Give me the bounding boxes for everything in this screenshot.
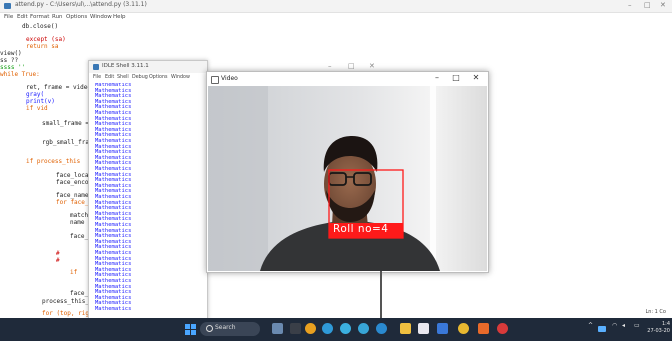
chevron-up-icon[interactable]: ^	[588, 322, 593, 329]
code-line: print(v)	[26, 98, 55, 105]
code-line: except (sa)	[26, 36, 66, 43]
shell-output[interactable]: Mathematics Mathematics Mathematics Mathema…	[93, 83, 203, 317]
minimize-icon[interactable]: –	[431, 73, 443, 82]
camera-frame: Roll no=4	[208, 86, 487, 271]
menu-window[interactable]: Window	[90, 14, 112, 20]
notepad-icon[interactable]	[418, 323, 429, 334]
code-line: if vid	[26, 105, 48, 112]
search-label: Search	[215, 324, 236, 331]
window-icon	[211, 76, 219, 84]
close-icon[interactable]: ✕	[470, 73, 482, 82]
editor-menu-bar: File Edit Format Run Options Window Help	[0, 13, 672, 22]
code-line: while True:	[0, 71, 40, 78]
minimize-icon[interactable]: –	[628, 1, 632, 9]
app-icon[interactable]	[497, 323, 508, 334]
maximize-icon[interactable]: □	[450, 73, 462, 82]
shell-output-line: Mathematics	[95, 306, 132, 312]
status-bar-position: Ln: 1 Co	[645, 309, 666, 315]
menu-edit[interactable]: Edit	[17, 14, 28, 20]
task-view-icon[interactable]	[290, 323, 301, 334]
menu-run[interactable]: Run	[52, 14, 63, 20]
code-line: if	[70, 269, 81, 276]
menu-edit[interactable]: Edit	[105, 75, 114, 80]
browser-icon[interactable]	[358, 323, 369, 334]
code-line: process_this_f	[42, 298, 93, 305]
code-line: #	[56, 257, 60, 264]
minimize-icon[interactable]: –	[328, 62, 332, 70]
code-line: ss ??	[0, 57, 19, 64]
window-split-line	[380, 271, 382, 318]
clock-date: 27-03-20	[647, 328, 670, 334]
clock-time: 1:4	[661, 321, 670, 327]
file-explorer-icon[interactable]	[400, 323, 411, 334]
code-line: for (top, righ	[42, 310, 93, 317]
cloud-icon[interactable]	[598, 326, 606, 332]
menu-window[interactable]: Window	[171, 75, 190, 80]
chrome-icon[interactable]	[305, 323, 316, 334]
wifi-icon[interactable]: ◠	[612, 322, 617, 329]
menu-file[interactable]: File	[93, 75, 101, 80]
menu-format[interactable]: Format	[30, 14, 49, 20]
windows-start-icon[interactable]	[185, 324, 196, 335]
camera-image	[208, 86, 487, 271]
code-line: ssss ''	[0, 64, 26, 71]
browser-icon[interactable]	[340, 323, 351, 334]
python-icon	[93, 64, 99, 70]
menu-shell[interactable]: Shell	[117, 75, 129, 80]
maximize-icon[interactable]: □	[644, 1, 651, 9]
roll-number-label: Roll no=4	[333, 223, 389, 235]
search-icon	[206, 325, 213, 332]
code-line: view()	[0, 50, 22, 57]
editor-title-bar[interactable]: attend.py - C:\Users\ul\...\attend.py (3…	[0, 0, 672, 13]
shell-menu-bar: File Edit Shell Debug Options Window	[89, 74, 207, 82]
menu-options[interactable]: Options	[66, 14, 87, 20]
maximize-icon[interactable]: □	[348, 62, 355, 70]
menu-file[interactable]: File	[4, 14, 13, 20]
speaker-icon[interactable]: ◂	[622, 322, 625, 329]
taskbar-search[interactable]: Search	[200, 322, 260, 336]
video-title-bar[interactable]: Video – □ ✕	[207, 72, 488, 86]
edge-icon[interactable]	[322, 323, 333, 334]
editor-title: attend.py - C:\Users\ul\...\attend.py (3…	[15, 1, 147, 8]
menu-debug[interactable]: Debug	[132, 75, 148, 80]
python-icon[interactable]	[458, 323, 469, 334]
word-icon[interactable]	[437, 323, 448, 334]
code-line: return sa	[26, 43, 59, 50]
code-line: #	[56, 250, 60, 257]
app-icon[interactable]	[478, 323, 489, 334]
browser-icon[interactable]	[376, 323, 387, 334]
menu-options[interactable]: Options	[149, 75, 168, 80]
video-title: Video	[221, 75, 238, 82]
close-icon[interactable]: ✕	[369, 62, 375, 70]
code-line: rgb_small_fram	[42, 139, 93, 146]
battery-icon[interactable]: ▭	[634, 322, 640, 329]
taskbar: Search ^ ◠ ◂ ▭ 1:4 27-03-20	[0, 318, 672, 341]
shell-title: IDLE Shell 3.11.1	[102, 63, 149, 69]
shell-title-bar[interactable]: IDLE Shell 3.11.1	[89, 61, 207, 73]
shell-window: IDLE Shell 3.11.1 File Edit Shell Debug …	[88, 60, 208, 320]
widgets-icon[interactable]	[272, 323, 283, 334]
code-line: if process_this	[26, 158, 81, 165]
clock[interactable]: 1:4 27-03-20	[647, 321, 670, 335]
close-icon[interactable]: ✕	[660, 1, 666, 9]
python-icon	[4, 3, 11, 9]
video-window: Video – □ ✕ Roll no=4	[206, 71, 489, 273]
menu-help[interactable]: Help	[113, 14, 126, 20]
code-line: gray(	[26, 91, 45, 98]
code-line: db.close()	[22, 23, 59, 30]
